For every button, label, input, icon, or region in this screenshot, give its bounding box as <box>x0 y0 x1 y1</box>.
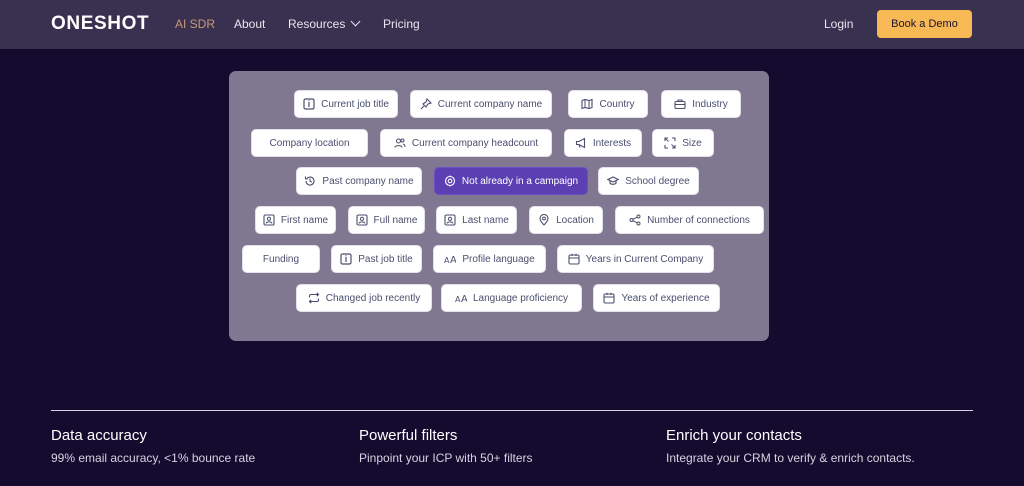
login-link[interactable]: Login <box>824 17 853 31</box>
filter-chip-label: Industry <box>692 98 728 110</box>
filter-chip-label: Language proficiency <box>472 292 569 304</box>
feature-subtitle-enrich-contacts: Integrate your CRM to verify & enrich co… <box>666 451 915 465</box>
repeat-icon <box>308 292 320 304</box>
filter-chip-label: Company location <box>269 137 350 149</box>
filter-chip-label: Number of connections <box>647 214 750 226</box>
megaphone-icon <box>575 137 585 149</box>
history-icon <box>305 176 315 186</box>
graduation-cap-icon <box>607 176 620 185</box>
filter-chip-label: Current company name <box>437 98 543 110</box>
section-divider <box>51 410 973 411</box>
filter-chip[interactable]: Interests <box>564 129 642 157</box>
id-card-icon <box>340 253 352 265</box>
filter-chip-label: Years of experience <box>621 292 710 304</box>
logo[interactable]: ONESHOT <box>51 13 149 35</box>
filter-chip-label: Changed job recently <box>325 292 421 304</box>
filter-chip[interactable]: Company location <box>251 129 368 157</box>
filter-chip-label: Last name <box>462 214 509 226</box>
filter-chip-selected[interactable]: Not already in a campaign <box>434 167 588 195</box>
filter-chip[interactable]: Full name <box>348 206 425 234</box>
calendar-icon <box>603 292 616 304</box>
chevron-down-icon <box>350 16 361 27</box>
filter-chip[interactable]: Location <box>529 206 603 234</box>
svg-text:A: A <box>461 294 467 304</box>
top-nav: ONESHOT AI SDR About Resources Pricing L… <box>0 0 1024 49</box>
filter-chip[interactable]: Current job title <box>294 90 398 118</box>
filter-chip-label: Full name <box>373 214 418 226</box>
filter-chip[interactable]: Years of experience <box>593 284 720 312</box>
share-icon <box>629 214 641 226</box>
filter-chip-label: Profile language <box>462 253 535 265</box>
filter-chip[interactable]: Country <box>568 90 648 118</box>
briefcase-icon <box>674 99 686 110</box>
filter-chip-label: Current company headcount <box>411 137 539 149</box>
nav-link-pricing[interactable]: Pricing <box>383 17 420 31</box>
pin-icon <box>420 98 432 110</box>
filter-chip-label: Size <box>682 137 702 149</box>
nav-link-about[interactable]: About <box>234 17 265 31</box>
filter-chip-label: Not already in a campaign <box>461 175 579 187</box>
contact-icon <box>355 214 368 226</box>
users-icon <box>394 138 406 148</box>
filter-chip[interactable]: Size <box>652 129 714 157</box>
filter-chip-label: Years in Current Company <box>585 253 704 265</box>
target-icon <box>444 175 455 187</box>
svg-text:A: A <box>450 255 456 265</box>
expand-icon <box>664 137 676 149</box>
book-demo-button[interactable]: Book a Demo <box>877 10 972 38</box>
text-size-icon: AA <box>444 255 456 265</box>
filter-chip-label: First name <box>280 214 329 226</box>
id-card-icon <box>303 98 315 110</box>
filter-chip[interactable]: Last name <box>436 206 517 234</box>
location-pin-icon <box>539 214 549 226</box>
filter-chip[interactable]: First name <box>255 206 336 234</box>
contact-icon <box>444 214 456 226</box>
filter-chip-label: School degree <box>625 175 690 187</box>
filter-chip-label: Past company name <box>322 175 414 187</box>
filter-chip-label: Interests <box>592 137 632 149</box>
filter-chip-label: Country <box>599 98 635 110</box>
feature-title-enrich-contacts: Enrich your contacts <box>666 427 802 444</box>
filter-chip[interactable]: Current company name <box>410 90 552 118</box>
filter-chip[interactable]: Years in Current Company <box>557 245 714 273</box>
filter-chip-label: Past job title <box>358 253 413 265</box>
text-size-icon: AA <box>455 294 467 304</box>
calendar-icon <box>568 253 580 265</box>
filter-chip-label: Funding <box>262 253 300 265</box>
nav-link-ai-sdr[interactable]: AI SDR <box>175 17 215 31</box>
filters-panel: Current job title Current company name C… <box>229 71 769 341</box>
filter-chip[interactable]: Funding <box>242 245 320 273</box>
filter-chip[interactable]: AA Profile language <box>433 245 546 273</box>
feature-title-powerful-filters: Powerful filters <box>359 427 458 444</box>
filter-chip[interactable]: Industry <box>661 90 741 118</box>
filter-chip[interactable]: Past job title <box>331 245 422 273</box>
feature-subtitle-data-accuracy: 99% email accuracy, <1% bounce rate <box>51 451 256 465</box>
map-icon <box>581 98 594 110</box>
feature-subtitle-powerful-filters: Pinpoint your ICP with 50+ filters <box>359 451 533 465</box>
filter-chip-label: Current job title <box>321 98 389 110</box>
filter-chip[interactable]: Current company headcount <box>380 129 552 157</box>
filter-chip-label: Location <box>556 214 594 226</box>
feature-title-data-accuracy: Data accuracy <box>51 427 147 444</box>
nav-link-resources-label: Resources <box>288 17 346 31</box>
filter-chip[interactable]: AA Language proficiency <box>441 284 582 312</box>
filter-chip[interactable]: Number of connections <box>615 206 764 234</box>
filter-chip[interactable]: Past company name <box>296 167 422 195</box>
nav-link-resources[interactable]: Resources <box>288 16 361 31</box>
filter-chip[interactable]: School degree <box>598 167 699 195</box>
filter-chip[interactable]: Changed job recently <box>296 284 432 312</box>
contact-icon <box>263 214 275 226</box>
